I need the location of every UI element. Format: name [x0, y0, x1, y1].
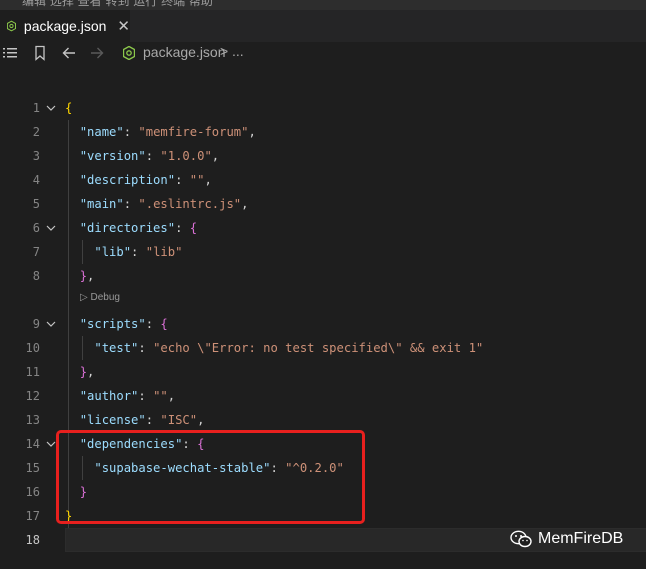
code-text: "supabase-wechat-stable": "^0.2.0"	[94, 461, 344, 475]
code-line: 2 "name": "memfire-forum",	[0, 120, 646, 144]
code-text: },	[79, 269, 95, 283]
code-line: 16 }	[0, 480, 646, 504]
tab-package-json[interactable]: package.json ✕	[0, 10, 130, 42]
code-line: 7 "lib": "lib"	[0, 240, 646, 264]
codelens-label: Debug	[90, 292, 120, 303]
code-line: 9 "scripts": {	[0, 312, 646, 336]
breadcrumb-file[interactable]: package.json	[143, 44, 226, 60]
nodejs-icon	[7, 20, 16, 32]
code-text: "directories": {	[79, 221, 198, 235]
line-number: 7	[32, 245, 40, 259]
code-line: 3 "version": "1.0.0",	[0, 144, 646, 168]
code-line: 5 "main": ".eslintrc.js",	[0, 192, 646, 216]
list-icon[interactable]	[2, 45, 18, 61]
line-number: 10	[25, 341, 40, 355]
tab-bar: package.json ✕	[0, 10, 646, 42]
tab-label: package.json	[23, 18, 107, 34]
code-line: 8 },	[0, 264, 646, 288]
line-number: 16	[25, 485, 40, 499]
code-text: {	[65, 101, 73, 115]
wechat-icon	[510, 530, 532, 548]
chevron-down-icon[interactable]	[46, 103, 56, 113]
breadcrumb: package.json > ...	[0, 42, 646, 64]
line-number: 14	[25, 437, 40, 451]
code-text: }	[79, 485, 88, 499]
watermark: MemFireDB	[510, 530, 623, 548]
line-number: 8	[32, 269, 40, 283]
breadcrumb-separator: >	[220, 43, 229, 59]
close-icon[interactable]: ✕	[117, 18, 130, 34]
line-number: 2	[32, 125, 40, 139]
breadcrumb-more[interactable]: ...	[232, 43, 244, 59]
bookmark-icon[interactable]	[32, 45, 48, 61]
code-line: 15 "supabase-wechat-stable": "^0.2.0"	[0, 456, 646, 480]
code-line: 12 "author": "",	[0, 384, 646, 408]
codelens-row: ▷ Debug	[0, 286, 646, 310]
line-number: 12	[25, 389, 40, 403]
code-line: 4 "description": "",	[0, 168, 646, 192]
code-line: 6 "directories": {	[0, 216, 646, 240]
chevron-down-icon[interactable]	[46, 223, 56, 233]
code-line: 10 "test": "echo \"Error: no test specif…	[0, 336, 646, 360]
code-text: "test": "echo \"Error: no test specified…	[94, 341, 484, 355]
line-number: 1	[32, 101, 40, 115]
chevron-down-icon[interactable]	[46, 319, 56, 329]
code-text: "scripts": {	[79, 317, 168, 331]
code-text: "name": "memfire-forum",	[79, 125, 256, 139]
code-text: "description": "",	[79, 173, 212, 187]
nodejs-icon	[123, 46, 135, 60]
arrow-right-icon[interactable]	[89, 45, 105, 61]
code-editor[interactable]: 1 { 2 "name": "memfire-forum", 3 "versio…	[0, 64, 646, 569]
line-number: 3	[32, 149, 40, 163]
line-number: 15	[25, 461, 40, 475]
line-number: 18	[25, 533, 40, 547]
editor-window: 编辑 选择 查看 转到 运行 终端 帮助 package.json ✕ pack…	[0, 0, 646, 569]
code-text: "lib": "lib"	[94, 245, 183, 259]
line-number: 11	[25, 365, 40, 379]
code-line: 1 {	[0, 96, 646, 120]
code-text: "author": "",	[79, 389, 176, 403]
line-number: 6	[32, 221, 40, 235]
code-line: 11 },	[0, 360, 646, 384]
code-line: 14 "dependencies": {	[0, 432, 646, 456]
line-number: 13	[25, 413, 40, 427]
line-number: 4	[32, 173, 40, 187]
code-line: 13 "license": "ISC",	[0, 408, 646, 432]
code-text: "license": "ISC",	[79, 413, 205, 427]
line-number: 17	[25, 509, 40, 523]
code-text: }	[65, 509, 73, 523]
code-text: "version": "1.0.0",	[79, 149, 220, 163]
arrow-left-icon[interactable]	[61, 45, 77, 61]
chevron-down-icon[interactable]	[46, 439, 56, 449]
code-text: "dependencies": {	[79, 437, 205, 451]
code-line: 17 }	[0, 504, 646, 528]
code-text: "main": ".eslintrc.js",	[79, 197, 249, 211]
watermark-text: MemFireDB	[538, 530, 624, 547]
codelens-debug[interactable]: ▷ Debug	[80, 286, 120, 310]
menu-bar-cutoff: 编辑 选择 查看 转到 运行 终端 帮助	[0, 0, 646, 10]
menu-bar-text: 编辑 选择 查看 转到 运行 终端 帮助	[22, 0, 213, 8]
code-text: },	[79, 365, 95, 379]
line-number: 5	[32, 197, 40, 211]
line-number: 9	[32, 317, 40, 331]
